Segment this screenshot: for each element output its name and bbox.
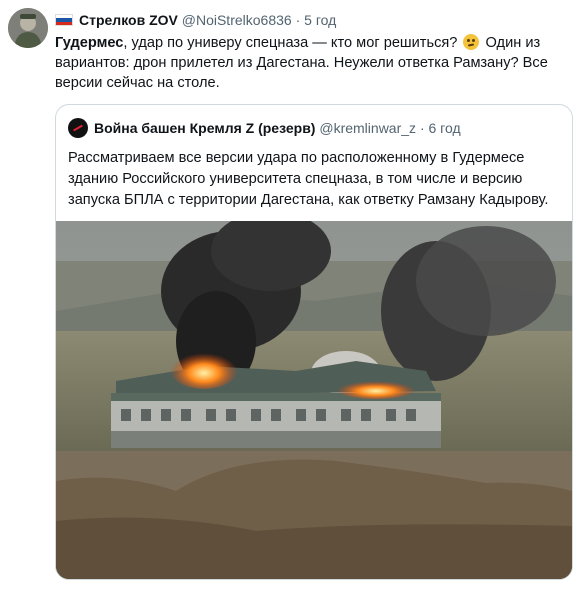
thinking-face-icon xyxy=(463,34,480,50)
tweet[interactable]: Стрелков ZOV @NoiStrelko6836 · 5 год Гуд… xyxy=(0,0,587,589)
tweet-header: Стрелков ZOV @NoiStrelko6836 · 5 год xyxy=(55,10,336,30)
russian-flag-icon xyxy=(55,14,73,26)
hashtag-place: Гудермес xyxy=(55,35,124,51)
author-handle[interactable]: @NoiStrelko6836 xyxy=(182,12,292,28)
tweet-text-part1: , удар по универу спецназа — кто мог реш… xyxy=(123,35,458,51)
avatar-image xyxy=(8,8,48,48)
timestamp[interactable]: 5 год xyxy=(304,12,336,28)
quoted-tweet[interactable]: Война башен Кремля Z (резерв) @kremlinwa… xyxy=(55,104,573,580)
attached-photo[interactable] xyxy=(56,221,572,580)
tweet-text: Гудермес, удар по универу спецназа — кто… xyxy=(55,33,570,93)
quoted-timestamp: 6 год xyxy=(428,120,461,136)
quoted-author-name: Война башен Кремля Z (резерв) xyxy=(94,120,316,136)
quoted-separator: · xyxy=(419,120,425,136)
quoted-header: Война башен Кремля Z (резерв) @kremlinwa… xyxy=(68,118,461,138)
author-name[interactable]: Стрелков ZOV xyxy=(79,12,178,28)
avatar[interactable] xyxy=(8,8,48,48)
quoted-text: Рассматриваем все версии удара по распол… xyxy=(68,150,549,208)
separator: · xyxy=(295,12,301,28)
quoted-avatar[interactable] xyxy=(68,118,88,138)
quoted-handle: @kremlinwar_z xyxy=(319,120,417,136)
